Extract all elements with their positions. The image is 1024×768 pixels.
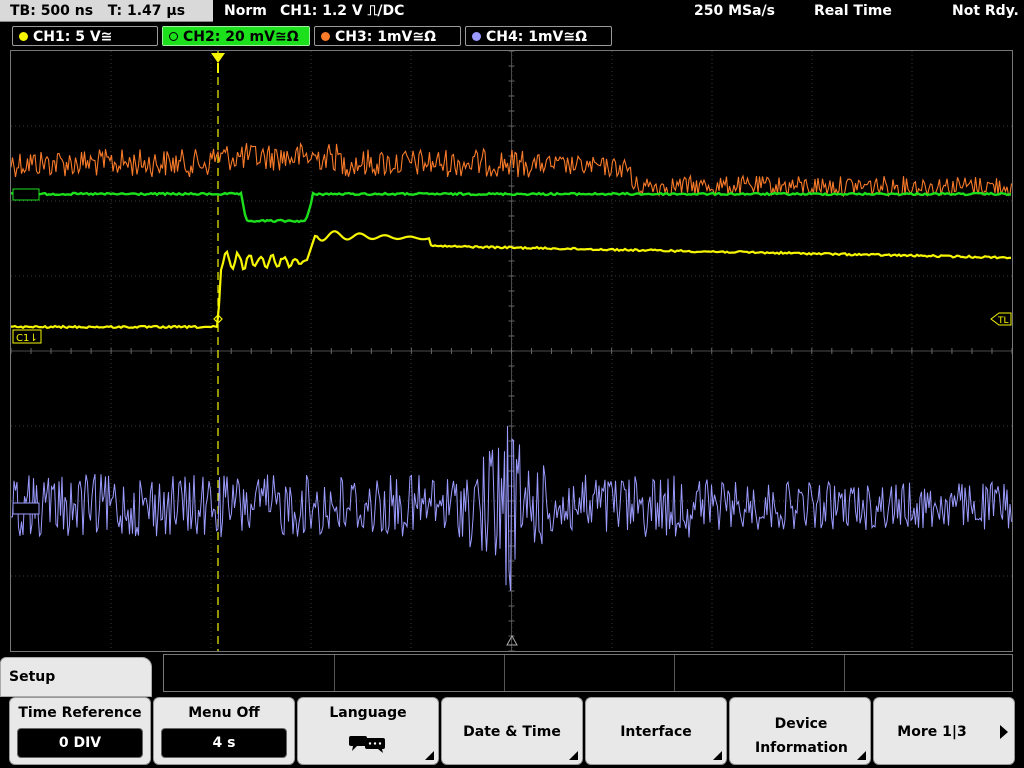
waveform-display[interactable]: C1⇂ TL	[10, 50, 1013, 652]
interface-submenu-icon	[713, 751, 722, 760]
language-softkey[interactable]: Language	[297, 697, 439, 765]
sample-rate: 250 MSa/s	[694, 3, 776, 19]
device-information-softkey[interactable]: Device Information	[729, 697, 871, 765]
channel-2-button[interactable]: CH2: 20 mV≅Ω	[162, 26, 310, 46]
auxiliary-grid-strip	[163, 654, 1013, 692]
device-information-submenu-icon	[857, 751, 866, 760]
channel-3-dot-icon	[321, 32, 330, 41]
date-time-label: Date & Time	[463, 724, 561, 740]
time-reference-value: 0 DIV	[17, 728, 143, 758]
channel-1-ground-label: C1⇂	[16, 333, 38, 344]
channel-bar: CH1: 5 V≅ CH2: 20 mV≅Ω CH3: 1mV≅Ω CH4: 1…	[0, 26, 1024, 48]
menu-off-softkey[interactable]: Menu Off 4 s	[153, 697, 295, 765]
timebase-box[interactable]: TB: 500 ns T: 1.47 µs	[0, 0, 213, 22]
acquisition-status: Not Rdy.	[952, 3, 1019, 19]
speech-bubbles-icon	[349, 736, 385, 753]
date-time-softkey[interactable]: Date & Time	[441, 697, 583, 765]
channel-2-label: CH2: 20 mV≅Ω	[183, 29, 299, 45]
channel-3-button[interactable]: CH3: 1mV≅Ω	[314, 26, 461, 46]
interface-softkey[interactable]: Interface	[585, 697, 727, 765]
channel-2-dot-icon	[169, 32, 178, 41]
channel-4-button[interactable]: CH4: 1mV≅Ω	[465, 26, 612, 46]
interface-label: Interface	[620, 724, 692, 740]
acquisition-mode: Real Time	[814, 3, 892, 19]
language-label: Language	[329, 705, 407, 721]
trigger-mode[interactable]: Norm	[224, 0, 267, 22]
channel-4-ground-marker	[12, 502, 40, 515]
setup-menu-tab[interactable]: Setup	[0, 657, 152, 697]
channel-1-label: CH1: 5 V≅	[33, 29, 113, 45]
top-status-bar: TB: 500 ns T: 1.47 µs Norm CH1: 1.2 V ⎍/…	[0, 0, 1024, 24]
channel-1-button[interactable]: CH1: 5 V≅	[12, 26, 158, 46]
channel-4-dot-icon	[472, 32, 481, 41]
trigger-level-label: TL	[997, 316, 1009, 326]
trigger-time-value: T: 1.47 µs	[107, 3, 186, 19]
channel-3-label: CH3: 1mV≅Ω	[335, 29, 437, 45]
channel-1-ground-marker: C1⇂	[12, 329, 42, 344]
time-reference-softkey[interactable]: Time Reference 0 DIV	[9, 697, 151, 765]
language-submenu-icon	[425, 751, 434, 760]
time-reference-label: Time Reference	[18, 705, 142, 721]
menu-title: Setup	[9, 669, 56, 685]
chevron-right-icon	[1000, 725, 1008, 739]
timebase-value: TB: 500 ns	[10, 3, 94, 19]
device-information-label: Device Information	[755, 716, 848, 756]
trigger-level-marker: TL	[990, 312, 1012, 326]
more-label: More 1|3	[897, 724, 967, 740]
channel-2-ground-marker	[12, 188, 40, 201]
more-softkey[interactable]: More 1|3	[873, 697, 1015, 765]
channel-1-dot-icon	[19, 32, 28, 41]
menu-off-value: 4 s	[161, 728, 287, 758]
menu-off-label: Menu Off	[188, 705, 260, 721]
trigger-setting[interactable]: CH1: 1.2 V ⎍/DC	[280, 0, 404, 22]
trigger-position-marker-icon	[211, 53, 225, 63]
grid-lines	[11, 51, 1012, 651]
waveform-canvas: C1⇂ TL	[11, 51, 1012, 651]
date-time-submenu-icon	[569, 751, 578, 760]
channel-4-label: CH4: 1mV≅Ω	[486, 29, 588, 45]
